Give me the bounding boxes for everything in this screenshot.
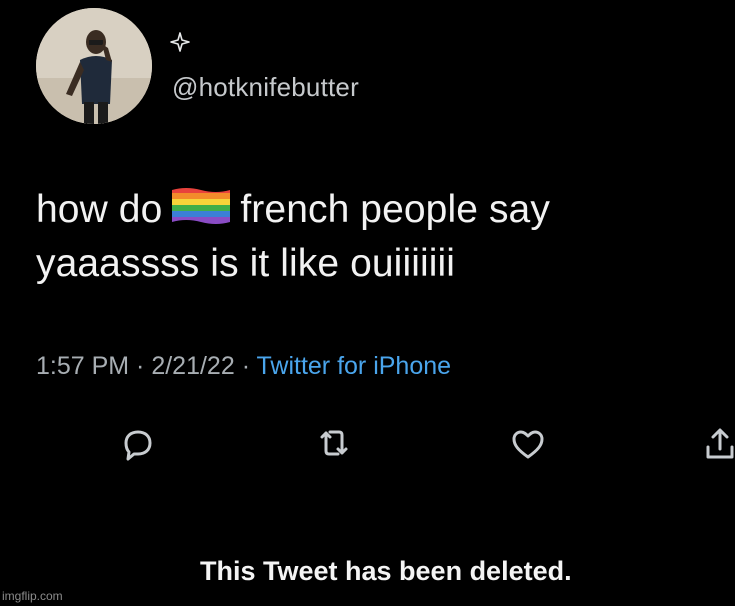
sparkle-icon <box>170 32 190 52</box>
share-icon[interactable] <box>700 425 735 465</box>
action-bar <box>0 425 735 475</box>
tweet-card: @hotknifebutter how do french people say <box>0 0 735 606</box>
avatar-photo <box>36 8 152 124</box>
rainbow-flag-icon <box>172 188 231 224</box>
tweet-date[interactable]: 2/21/22 <box>151 352 234 380</box>
tweet-text-line-2: yaaassss is it like ouiiiiiii <box>36 242 456 285</box>
avatar[interactable] <box>36 8 152 124</box>
tweet-time: 1:57 PM <box>36 352 130 380</box>
reply-icon[interactable] <box>118 425 158 465</box>
meta-separator: · <box>234 352 257 380</box>
tweet-source-link[interactable]: Twitter for iPhone <box>257 352 452 380</box>
retweet-icon[interactable] <box>314 425 354 465</box>
tweet-text: how do french people say yaaassss is it … <box>36 183 696 291</box>
tweet-text-part: french people say <box>240 188 550 231</box>
tweet-text-part: how do <box>36 188 163 231</box>
tweet-meta: 1:57 PM · 2/21/22 · Twitter for iPhone <box>36 352 451 381</box>
meta-separator: · <box>129 352 152 380</box>
user-handle[interactable]: @hotknifebutter <box>172 72 359 103</box>
tweet-deleted-notice: This Tweet has been deleted. <box>200 556 572 586</box>
tweet-text-line-1: how do french people say <box>36 183 696 237</box>
watermark: imgflip.com <box>2 589 63 603</box>
heart-icon[interactable] <box>508 425 548 465</box>
